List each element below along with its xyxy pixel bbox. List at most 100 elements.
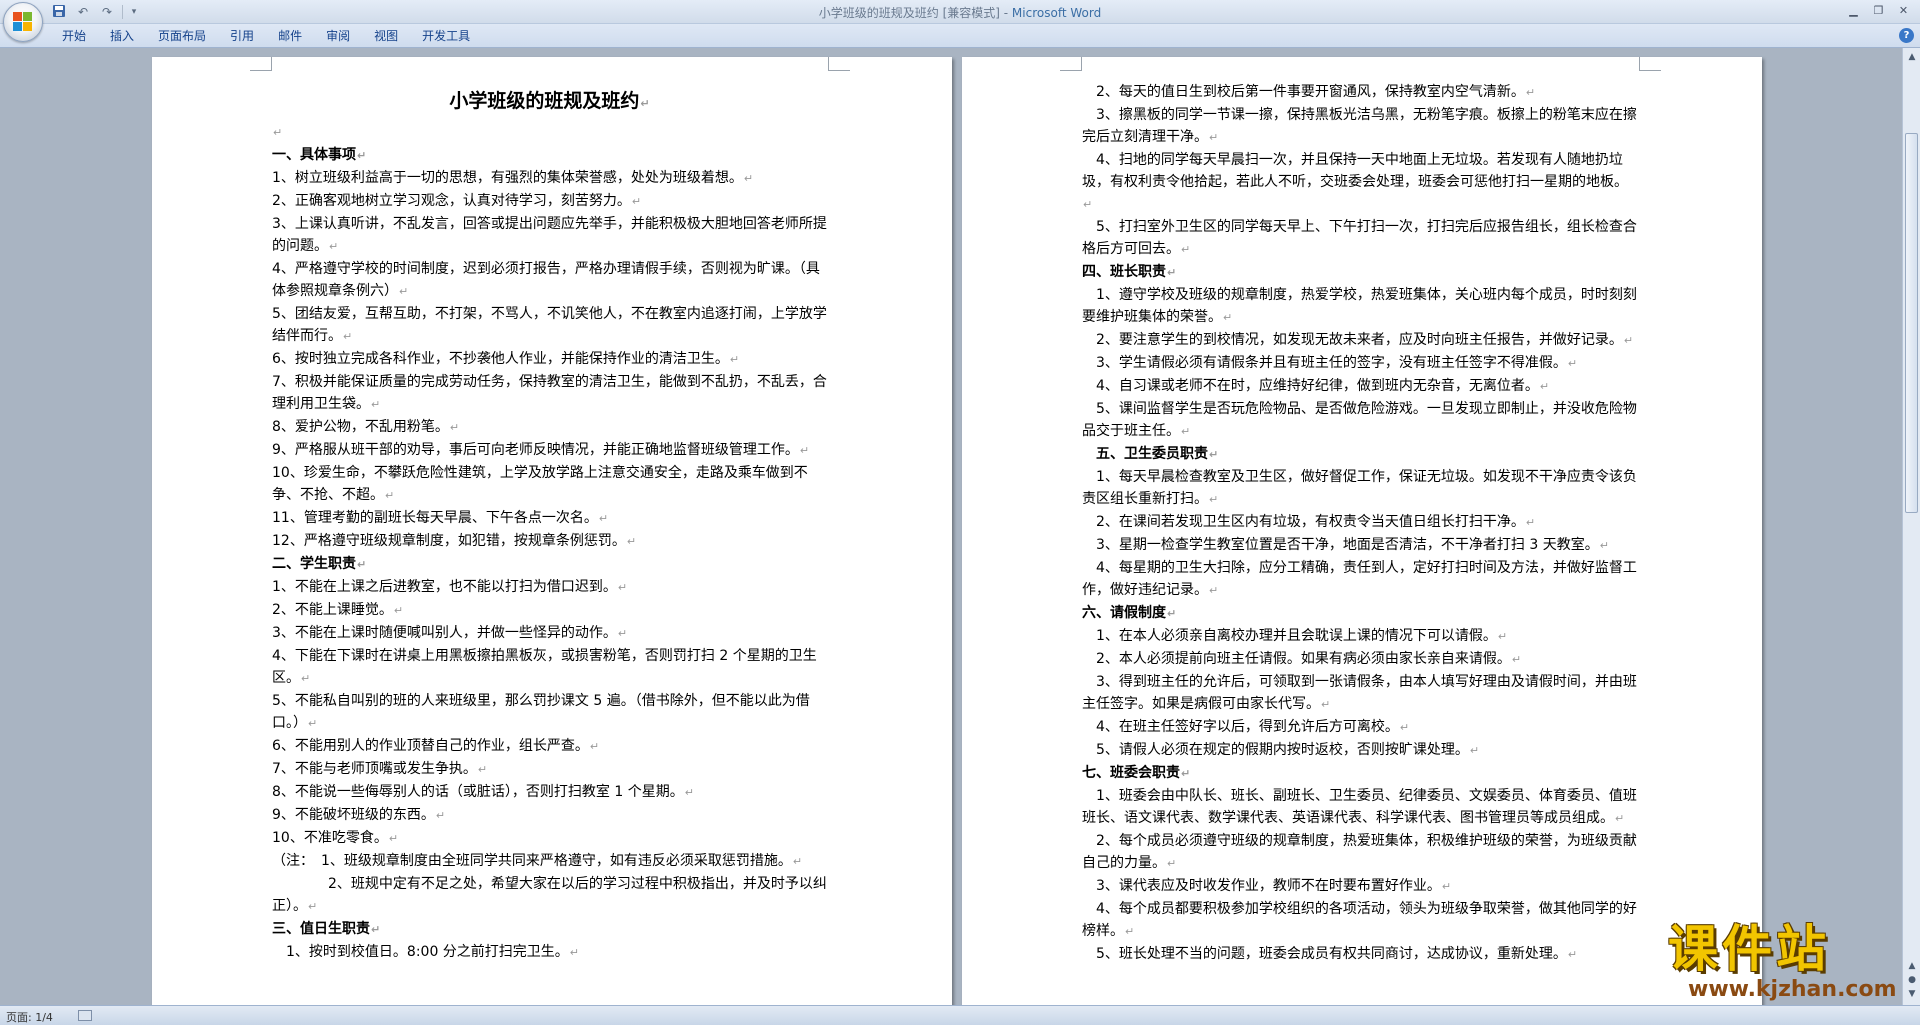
document-page-1[interactable]: 小学班级的班规及班约↵ ↵ 一、具体事项↵ 1、树立班级利益高于一切的思想，有强烈的… (152, 57, 952, 1005)
paragraph-text: 5、课间监督学生是否玩危险物品、是否做危险游戏。一旦发现立即制止，并没收危险物品… (1082, 401, 1637, 439)
paragraph-mark: ↵ (1399, 721, 1410, 734)
paragraph: 3、课代表应及时收发作业，教师不在时要布置好作业。↵ (1082, 875, 1638, 898)
document-workspace[interactable]: 小学班级的班规及班约↵ ↵ 一、具体事项↵ 1、树立班级利益高于一切的思想，有强烈的… (0, 48, 1902, 1005)
scroll-up-icon[interactable]: ▲ (1906, 51, 1918, 63)
paragraph: 2、不能上课睡觉。↵ (272, 599, 827, 622)
status-bar: 页面: 1/4 (0, 1005, 1920, 1025)
page-1-text[interactable]: 小学班级的班规及班约↵ ↵ 一、具体事项↵ 1、树立班级利益高于一切的思想，有强烈的… (272, 81, 827, 964)
office-button[interactable] (3, 2, 43, 42)
tab-review[interactable]: 审阅 (314, 25, 362, 47)
paragraph-text: 1、按时到校值日。8:00 分之前打扫完卫生。 (272, 944, 569, 960)
tab-home[interactable]: 开始 (50, 25, 98, 47)
paragraph-mark: ↵ (357, 149, 367, 162)
paragraph: 3、星期一检查学生教室位置是否干净，地面是否清洁，不干净者打扫 3 天教室。↵ (1082, 534, 1638, 557)
paragraph-text: 2、在课间若发现卫生区内有垃圾，有权责令当天值日组长打扫干净。 (1082, 514, 1525, 530)
tab-references[interactable]: 引用 (218, 25, 266, 47)
paragraph-mark: ↵ (792, 855, 803, 868)
paragraph-text: 8、不能说一些侮辱别人的话（或脏话），否则打扫教室 1 个星期。 (272, 784, 684, 800)
paragraph: 三、值日生职责↵ (272, 918, 827, 941)
paragraph-text: 9、严格服从班干部的劝导，事后可向老师反映情况，并能正确地监督班级管理工作。 (272, 442, 799, 458)
paragraph-text: 2、正确客观地树立学习观念，认真对待学习，刻苦努力。 (272, 193, 631, 209)
tab-view[interactable]: 视图 (362, 25, 410, 47)
scroll-thumb[interactable] (1905, 133, 1918, 513)
paragraph-mark: ↵ (393, 604, 404, 617)
ribbon-tabs: 开始 插入 页面布局 引用 邮件 审阅 视图 开发工具 (50, 24, 482, 48)
paragraph-mark: ↵ (308, 717, 318, 730)
paragraph-text: 3、课代表应及时收发作业，教师不在时要布置好作业。 (1082, 878, 1441, 894)
paragraph: 5、请假人必须在规定的假期内按时返校，否则按旷课处理。↵ (1082, 739, 1638, 762)
paragraph-mark: ↵ (449, 421, 460, 434)
paragraph-text: 1、在本人必须亲自离校办理并且会耽误上课的情况下可以请假。 (1082, 628, 1497, 644)
paragraph-text: 5、打扫室外卫生区的同学每天早上、下午打扫一次，打扫完后应报告组长，组长检查合格… (1082, 219, 1637, 257)
paragraph: 1、按时到校值日。8:00 分之前打扫完卫生。↵ (272, 941, 827, 964)
office-logo-icon (13, 12, 33, 32)
paragraph: 4、每星期的卫生大扫除，应分工精确，责任到人，定好打扫时间及方法，并做好监督工作… (1082, 557, 1638, 602)
paragraph-text: 11、管理考勤的副班长每天早晨、下午各点一次名。 (272, 510, 598, 526)
watermark-url: www.kjzhan.com (1688, 977, 1897, 1002)
crop-mark (250, 57, 272, 71)
page-indicator[interactable]: 页面: 1/4 (6, 1009, 53, 1025)
paragraph-mark: ↵ (1209, 493, 1219, 506)
paragraph: 8、爱护公物，不乱用粉笔。↵ (272, 416, 827, 439)
paragraph-mark: ↵ (1223, 311, 1233, 324)
document-heading: 小学班级的班规及班约↵ (449, 90, 650, 112)
paragraph-mark: ↵ (388, 832, 399, 845)
paragraph-mark: ↵ (343, 330, 353, 343)
paragraph: 6、按时独立完成各科作业，不抄袭他人作业，并能保持作业的清洁卫生。↵ (272, 348, 827, 371)
paragraph-text: 1、树立班级利益高于一切的思想，有强烈的集体荣誉感，处处为班级着想。 (272, 170, 743, 186)
paragraph-mark: ↵ (301, 672, 311, 685)
tab-developer[interactable]: 开发工具 (410, 25, 482, 47)
paragraph-text: 5、班长处理不当的问题，班委会成员有权共同商讨，达成协议，重新处理。 (1082, 946, 1567, 962)
paragraph-mark: ↵ (684, 786, 694, 799)
paragraph-mark: ↵ (1209, 131, 1219, 144)
paragraph: 2、班规中定有不足之处，希望大家在以后的学习过程中积极指出，并及时予以纠正）。↵ (272, 873, 827, 918)
paragraph-text: 七、班委会职责 (1082, 765, 1180, 781)
paragraph-mark: ↵ (1167, 857, 1177, 870)
paragraph-mark: ↵ (1599, 539, 1609, 552)
paragraph: 6、不能用别人的作业顶替自己的作业，组长严查。↵ (272, 735, 827, 758)
paragraph-mark: ↵ (1209, 448, 1219, 461)
paragraph-text: 4、每星期的卫生大扫除，应分工精确，责任到人，定好打扫时间及方法，并做好监督工作… (1082, 560, 1637, 598)
minimize-icon[interactable]: ▁ (1841, 2, 1866, 20)
page-2-text[interactable]: 2、每天的值日生到校后第一件事要开窗通风，保持教室内空气清新。↵ 3、擦黑板的同… (1082, 81, 1638, 966)
vertical-scrollbar[interactable]: ▲ ▲ ● ▼ (1902, 48, 1920, 1005)
paragraph: 12、严格遵守班级规章制度，如犯错，按规章条例惩罚。↵ (272, 530, 827, 553)
paragraph-text: 5、请假人必须在规定的假期内按时返校，否则按旷课处理。 (1082, 742, 1469, 758)
paragraph-mark: ↵ (371, 923, 381, 936)
paragraph: 9、不能破坏班级的东西。↵ (272, 804, 827, 827)
app-name: Microsoft Word (1011, 6, 1102, 20)
tab-mailings[interactable]: 邮件 (266, 25, 314, 47)
paragraph-mark: ↵ (799, 444, 810, 457)
paragraph-mark: ↵ (435, 809, 446, 822)
paragraph: 5、班长处理不当的问题，班委会成员有权共同商讨，达成协议，重新处理。↵ (1082, 943, 1638, 966)
paragraph-text: 2、本人必须提前向班主任请假。如果有病必须由家长亲自来请假。 (1082, 651, 1511, 667)
paragraph-mark: ↵ (371, 398, 381, 411)
paragraph-text: 4、下能在下课时在讲桌上用黑板擦拍黑板灰，或损害粉笔，否则罚打扫 2 个星期的卫… (272, 648, 817, 686)
paragraph-text: 2、每个成员必须遵守班级的规章制度，热爱班集体，积极维护班级的荣誉，为班级贡献自… (1082, 833, 1637, 871)
paragraph: 2、本人必须提前向班主任请假。如果有病必须由家长亲自来请假。↵ (1082, 648, 1638, 671)
paragraph: 3、不能在上课时随便喊叫别人，并做一些怪异的动作。↵ (272, 622, 827, 645)
paragraph-text: 3、上课认真听讲，不乱发言，回答或提出问题应先举手，并能积极极大胆地回答老师所提… (272, 216, 827, 254)
paragraph-text: 4、严格遵守学校的时间制度，迟到必须打报告，严格办理请假手续，否则视为旷课。（具… (272, 261, 820, 299)
paragraph-text: 1、不能在上课之后进教室，也不能以打扫为借口迟到。 (272, 579, 617, 595)
paragraph-text: 四、班长职责 (1082, 264, 1166, 280)
paragraph: 7、积极并能保证质量的完成劳动任务，保持教室的清洁卫生，能做到不乱扔，不乱丢，合… (272, 371, 827, 416)
tab-page-layout[interactable]: 页面布局 (146, 25, 218, 47)
paragraph-mark: ↵ (631, 195, 642, 208)
help-icon[interactable]: ? (1899, 28, 1914, 43)
paragraph-mark: ↵ (1181, 767, 1191, 780)
ribbon: 开始 插入 页面布局 引用 邮件 审阅 视图 开发工具 ? (0, 24, 1920, 48)
window-title: 小学班级的班规及班约 [兼容模式] - Microsoft Word (0, 4, 1920, 21)
maximize-icon[interactable]: ❐ (1866, 2, 1891, 20)
language-icon[interactable] (78, 1010, 92, 1021)
paragraph: 2、在课间若发现卫生区内有垃圾，有权责令当天值日组长打扫干净。↵ (1082, 511, 1638, 534)
paragraph-mark: ↵ (1623, 334, 1634, 347)
close-icon[interactable]: ✕ (1891, 2, 1916, 20)
paragraph: 3、学生请假必须有请假条并且有班主任的签字，没有班主任签字不得准假。↵ (1082, 352, 1638, 375)
crop-mark (1060, 57, 1082, 71)
document-page-2[interactable]: 2、每天的值日生到校后第一件事要开窗通风，保持教室内空气清新。↵ 3、擦黑板的同… (962, 57, 1762, 1005)
tab-insert[interactable]: 插入 (98, 25, 146, 47)
paragraph-mark: ↵ (1511, 653, 1522, 666)
paragraph-mark: ↵ (626, 535, 637, 548)
paragraph-text: 3、不能在上课时随便喊叫别人，并做一些怪异的动作。 (272, 625, 617, 641)
